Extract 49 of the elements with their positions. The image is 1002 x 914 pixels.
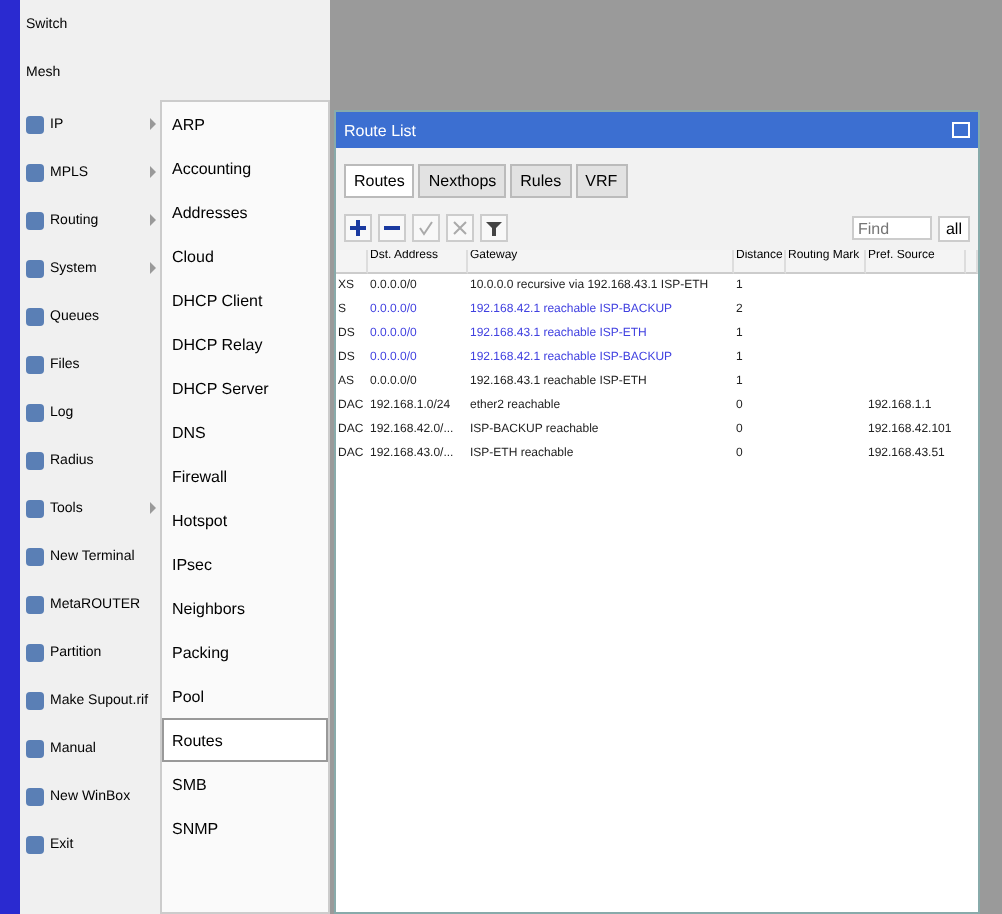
plus-icon: [350, 220, 366, 236]
menu-icon: [26, 259, 44, 277]
submenu-item[interactable]: Addresses: [162, 190, 328, 234]
menu-icon: [26, 403, 44, 421]
filter-button[interactable]: [480, 214, 508, 242]
submenu-item[interactable]: SNMP: [162, 806, 328, 850]
menu-icon: [26, 163, 44, 181]
add-button[interactable]: [344, 214, 372, 242]
submenu-item[interactable]: DNS: [162, 410, 328, 454]
menu-icon: [26, 547, 44, 565]
maximize-button[interactable]: [952, 122, 970, 138]
menu-icon: [26, 835, 44, 853]
submenu-item[interactable]: Hotspot: [162, 498, 328, 542]
submenu-item[interactable]: ARP: [162, 102, 328, 146]
menu-icon: [26, 115, 44, 133]
submenu-item[interactable]: Cloud: [162, 234, 328, 278]
tab[interactable]: Routes: [344, 164, 415, 198]
filter-dropdown[interactable]: all: [937, 215, 970, 241]
window-title: Route List: [344, 121, 417, 139]
submenu-item[interactable]: Neighbors: [162, 586, 328, 630]
submenu-item[interactable]: Pool: [162, 674, 328, 718]
submenu-item[interactable]: DHCP Relay: [162, 322, 328, 366]
submenu-item[interactable]: DHCP Client: [162, 278, 328, 322]
filter-icon: [486, 220, 502, 236]
remove-button[interactable]: [378, 214, 406, 242]
menu-icon: [26, 595, 44, 613]
menu-icon: [26, 499, 44, 517]
menu-icon: [26, 211, 44, 229]
menu-icon: [26, 787, 44, 805]
submenu-item[interactable]: Routes: [162, 718, 328, 762]
menu-icon: [26, 451, 44, 469]
submenu-item[interactable]: Firewall: [162, 454, 328, 498]
check-icon: [418, 220, 434, 236]
tab[interactable]: VRF: [575, 164, 628, 198]
submenu-item[interactable]: Packing: [162, 630, 328, 674]
submenu-item[interactable]: SMB: [162, 762, 328, 806]
submenu-item[interactable]: Accounting: [162, 146, 328, 190]
minus-icon: [384, 220, 400, 236]
tab[interactable]: Nexthops: [418, 164, 507, 198]
menu-icon: [26, 643, 44, 661]
tab[interactable]: Rules: [510, 164, 572, 198]
cross-icon: [452, 220, 468, 236]
menu-icon: [26, 739, 44, 757]
menu-icon: [26, 691, 44, 709]
menu-icon: [26, 355, 44, 373]
menu-icon: [26, 307, 44, 325]
submenu-item[interactable]: IPsec: [162, 542, 328, 586]
submenu-item[interactable]: DHCP Server: [162, 366, 328, 410]
find-field[interactable]: Find: [851, 216, 932, 240]
